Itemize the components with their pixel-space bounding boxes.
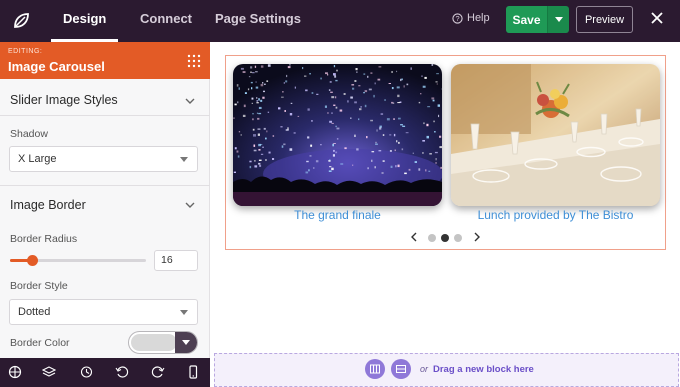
confetti-concert-photo	[233, 64, 442, 206]
pagination-dot[interactable]	[428, 234, 436, 242]
border-radius-label: Border Radius	[10, 233, 78, 245]
help-link[interactable]: ? Help	[452, 12, 490, 24]
top-toolbar: Design Connect Page Settings ? Help Save…	[0, 0, 680, 42]
save-button-group: Save	[506, 6, 569, 33]
svg-text:?: ?	[455, 14, 459, 23]
mobile-icon[interactable]	[186, 365, 200, 379]
layers-icon[interactable]	[42, 365, 56, 379]
carousel-prev-icon[interactable]	[410, 232, 418, 242]
block-title: Image Carousel	[8, 59, 105, 74]
tab-page-settings[interactable]: Page Settings	[215, 0, 301, 42]
shadow-label: Shadow	[10, 128, 48, 140]
save-button[interactable]: Save	[506, 6, 547, 33]
divider	[0, 185, 210, 186]
seedprod-logo-icon[interactable]	[0, 0, 42, 42]
settings-sidebar: EDITING: Image Carousel Slider Image Sty…	[0, 42, 210, 387]
page-canvas: The grand finale Lunch provided by The B…	[211, 42, 680, 387]
pagination-dot[interactable]	[454, 234, 462, 242]
drop-zone-label: Drag a new block here	[433, 364, 534, 375]
history-icon[interactable]	[79, 365, 93, 379]
border-style-select-value: Dotted	[18, 306, 51, 318]
tab-connect[interactable]: Connect	[140, 0, 192, 42]
carousel-next-icon[interactable]	[473, 232, 481, 242]
section-icon	[396, 365, 406, 373]
section-image-border[interactable]: Image Border	[10, 198, 86, 212]
image-carousel-block[interactable]: The grand finale Lunch provided by The B…	[225, 55, 666, 250]
shadow-select-value: X Large	[18, 153, 57, 165]
color-swatch	[131, 334, 177, 351]
pagination-dot[interactable]	[441, 234, 449, 242]
border-radius-slider[interactable]	[10, 255, 146, 266]
preview-button[interactable]: Preview	[576, 6, 633, 33]
editing-label: EDITING:	[8, 48, 43, 55]
slide-caption: The grand finale	[294, 208, 381, 222]
section-slider-image-styles[interactable]: Slider Image Styles	[10, 93, 118, 107]
slide-caption: Lunch provided by The Bistro	[477, 208, 634, 222]
help-label: Help	[467, 12, 490, 24]
border-color-label: Border Color	[10, 337, 70, 349]
slider-handle[interactable]	[27, 255, 38, 266]
editing-header: EDITING: Image Carousel	[0, 42, 210, 79]
shadow-select[interactable]: X Large	[9, 146, 198, 172]
grid-dots-icon[interactable]	[187, 54, 201, 68]
slide-image-dining[interactable]	[451, 64, 660, 206]
border-style-label: Border Style	[10, 280, 68, 292]
border-color-picker[interactable]	[128, 331, 198, 354]
close-icon[interactable]	[648, 9, 666, 27]
columns-icon	[370, 364, 380, 374]
divider	[0, 115, 210, 116]
dining-table-photo	[451, 64, 660, 206]
save-options-button[interactable]	[547, 6, 569, 33]
question-circle-icon: ?	[452, 12, 463, 24]
slide-image-concert[interactable]	[233, 64, 442, 206]
caret-down-icon	[554, 17, 563, 22]
redo-icon[interactable]	[151, 365, 165, 379]
caret-down-icon	[182, 340, 190, 345]
drop-or-text: or	[420, 364, 429, 374]
add-columns-button[interactable]	[365, 359, 385, 379]
add-section-button[interactable]	[391, 359, 411, 379]
add-block-drop-zone[interactable]: or Drag a new block here	[214, 353, 679, 387]
chevron-down-icon[interactable]	[185, 200, 195, 210]
border-radius-input[interactable]: 16	[154, 250, 198, 271]
undo-icon[interactable]	[115, 365, 129, 379]
color-picker-toggle[interactable]	[175, 332, 197, 353]
chevron-down-icon[interactable]	[185, 96, 195, 106]
sidebar-bottom-toolbar	[0, 358, 210, 387]
border-style-select[interactable]: Dotted	[9, 299, 198, 325]
caret-down-icon	[180, 157, 188, 162]
column-icon[interactable]	[8, 365, 22, 379]
caret-down-icon	[180, 310, 188, 315]
tab-design[interactable]: Design	[50, 0, 119, 42]
